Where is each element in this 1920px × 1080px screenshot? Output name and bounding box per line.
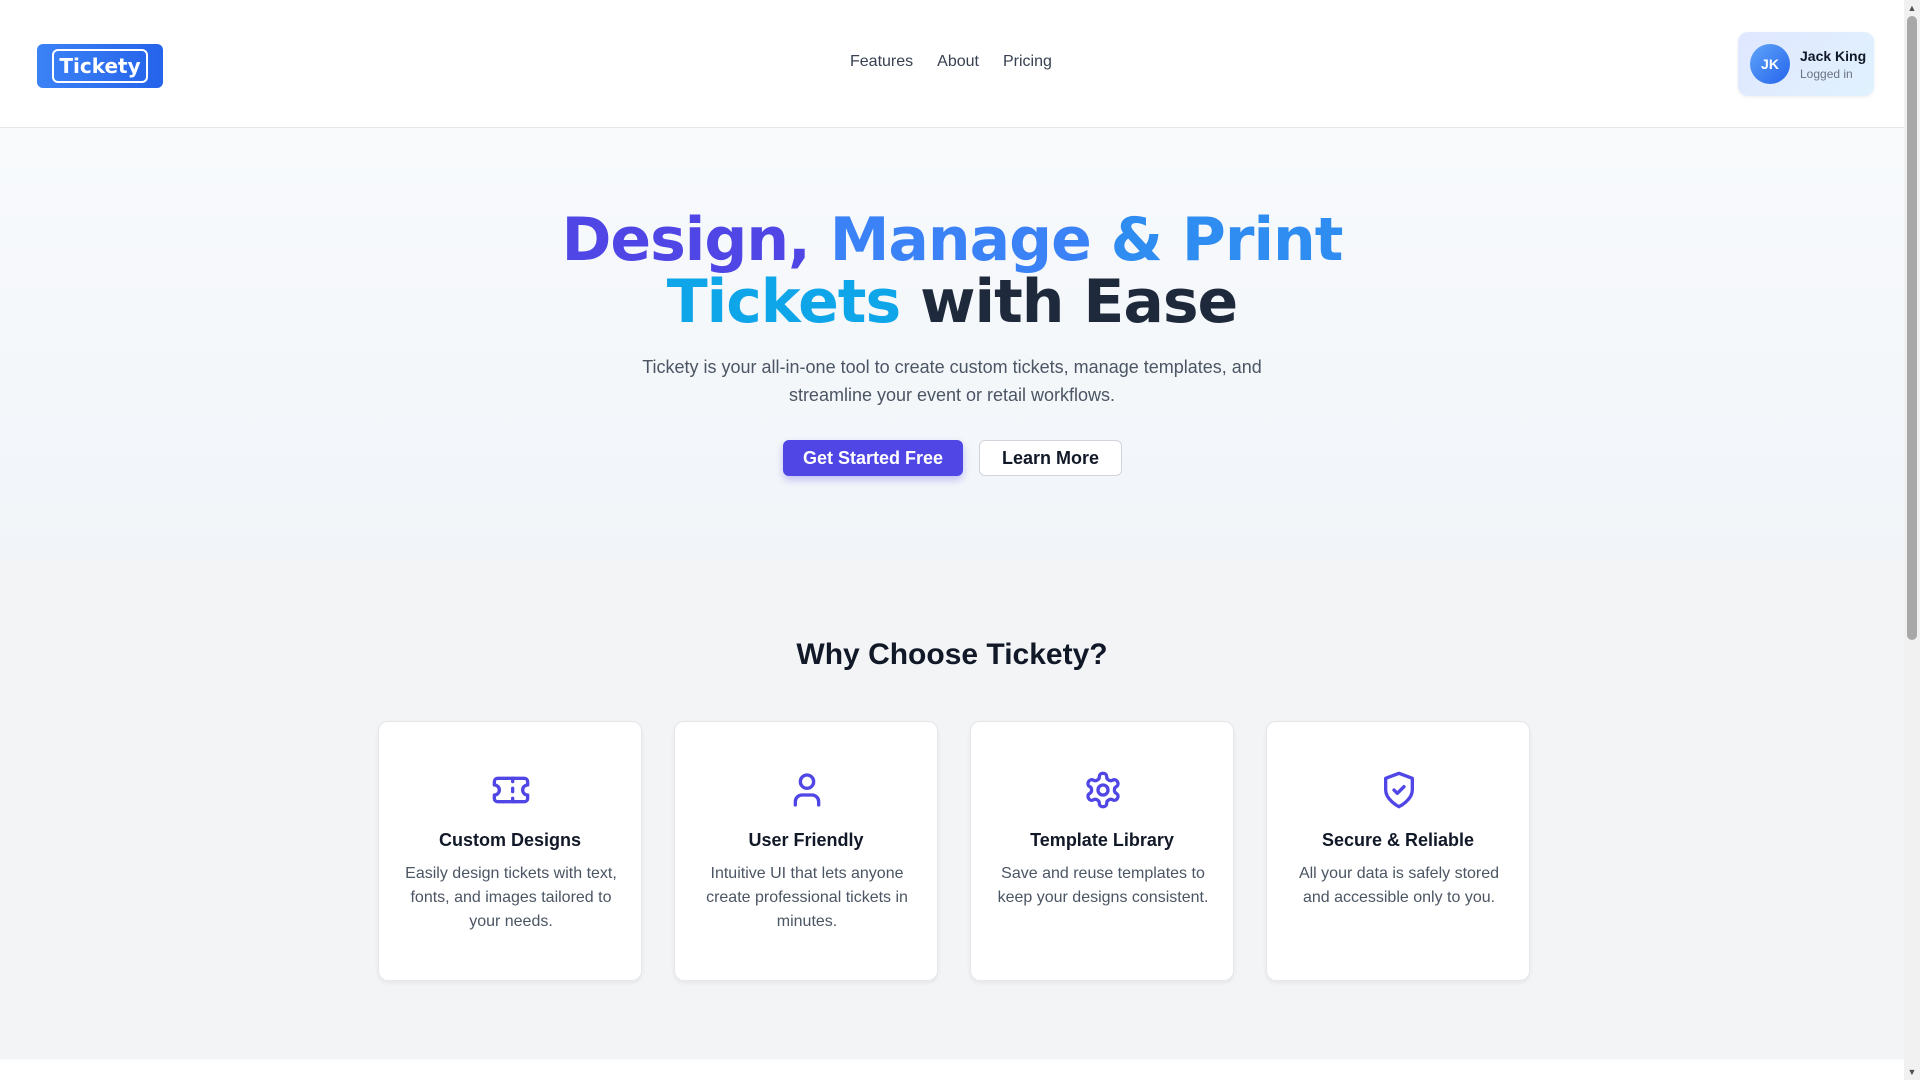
hero-title-word: Manage bbox=[829, 205, 1092, 275]
feature-card-template-library: Template Library Save and reuse template… bbox=[970, 721, 1234, 981]
user-profile-card[interactable]: JK Jack King Logged in bbox=[1738, 32, 1874, 96]
scroll-down-arrow-icon[interactable]: ▼ bbox=[1904, 1064, 1920, 1080]
tickety-logo[interactable]: Tickety bbox=[37, 44, 163, 88]
get-started-button[interactable]: Get Started Free bbox=[783, 440, 963, 476]
feature-card-desc: All your data is safely stored and acces… bbox=[1298, 865, 1500, 906]
shield-check-icon bbox=[1384, 771, 1414, 809]
hero-subtitle-line: Tickety is your all-in-one tool to creat… bbox=[642, 357, 1262, 377]
nav-about[interactable]: About bbox=[937, 53, 979, 71]
feature-card-title: Secure & Reliable bbox=[1321, 830, 1475, 850]
page: Tickety Features About Pricing JK Jack K… bbox=[0, 0, 1904, 1080]
user-info: Jack King Logged in bbox=[1800, 48, 1866, 81]
main-nav: Features About Pricing bbox=[850, 53, 1052, 71]
feature-card-desc: Easily design tickets with text, fonts, … bbox=[405, 865, 617, 930]
feature-card-title: Custom Designs bbox=[438, 830, 582, 850]
hero-title-word: Tickets bbox=[666, 267, 901, 337]
hero-title-word: with Ease bbox=[920, 267, 1238, 337]
top-header: Tickety Features About Pricing JK Jack K… bbox=[0, 0, 1904, 128]
nav-features[interactable]: Features bbox=[850, 53, 913, 71]
feature-card-desc: Intuitive UI that lets anyone create pro… bbox=[706, 865, 908, 930]
hero-title-word: Print bbox=[1181, 205, 1344, 275]
logo-text: Tickety bbox=[52, 49, 148, 83]
hero-section: Design, Manage & Print Tickets with Ease… bbox=[0, 129, 1904, 559]
feature-card-title: Template Library bbox=[1030, 830, 1174, 850]
nav-pricing[interactable]: Pricing bbox=[1003, 53, 1052, 71]
hero-title: Design, Manage & Print Tickets with Ease bbox=[0, 209, 1904, 333]
scroll-up-arrow-icon[interactable]: ▲ bbox=[1904, 0, 1920, 16]
vertical-scrollbar[interactable]: ▲ ▼ bbox=[1904, 0, 1920, 1080]
user-name: Jack King bbox=[1800, 47, 1867, 64]
features-title: Why Choose Tickety? bbox=[796, 638, 1108, 671]
scroll-thumb[interactable] bbox=[1907, 16, 1917, 640]
avatar: JK bbox=[1750, 44, 1790, 84]
features-section: Why Choose Tickety? Custom Designs Easil… bbox=[0, 559, 1904, 1059]
next-section-edge bbox=[0, 1060, 1904, 1080]
hero-subtitle-line: streamline your event or retail workflow… bbox=[788, 385, 1116, 405]
user-icon bbox=[793, 773, 821, 807]
feature-card-title: User Friendly bbox=[748, 830, 864, 850]
hero-subtitle: Tickety is your all-in-one tool to creat… bbox=[0, 353, 1904, 409]
feature-card-desc: Save and reuse templates to keep your de… bbox=[997, 865, 1209, 906]
learn-more-button[interactable]: Learn More bbox=[979, 440, 1122, 476]
feature-card-custom-designs: Custom Designs Easily design tickets wit… bbox=[378, 721, 642, 981]
hero-title-word: Design, bbox=[561, 205, 811, 275]
ticket-icon bbox=[492, 776, 530, 804]
hero-title-word: & bbox=[1110, 205, 1163, 275]
user-status: Logged in bbox=[1800, 66, 1853, 81]
gear-icon bbox=[1086, 771, 1120, 809]
feature-card-user-friendly: User Friendly Intuitive UI that lets any… bbox=[674, 721, 938, 981]
feature-card-secure-reliable: Secure & Reliable All your data is safel… bbox=[1266, 721, 1530, 981]
